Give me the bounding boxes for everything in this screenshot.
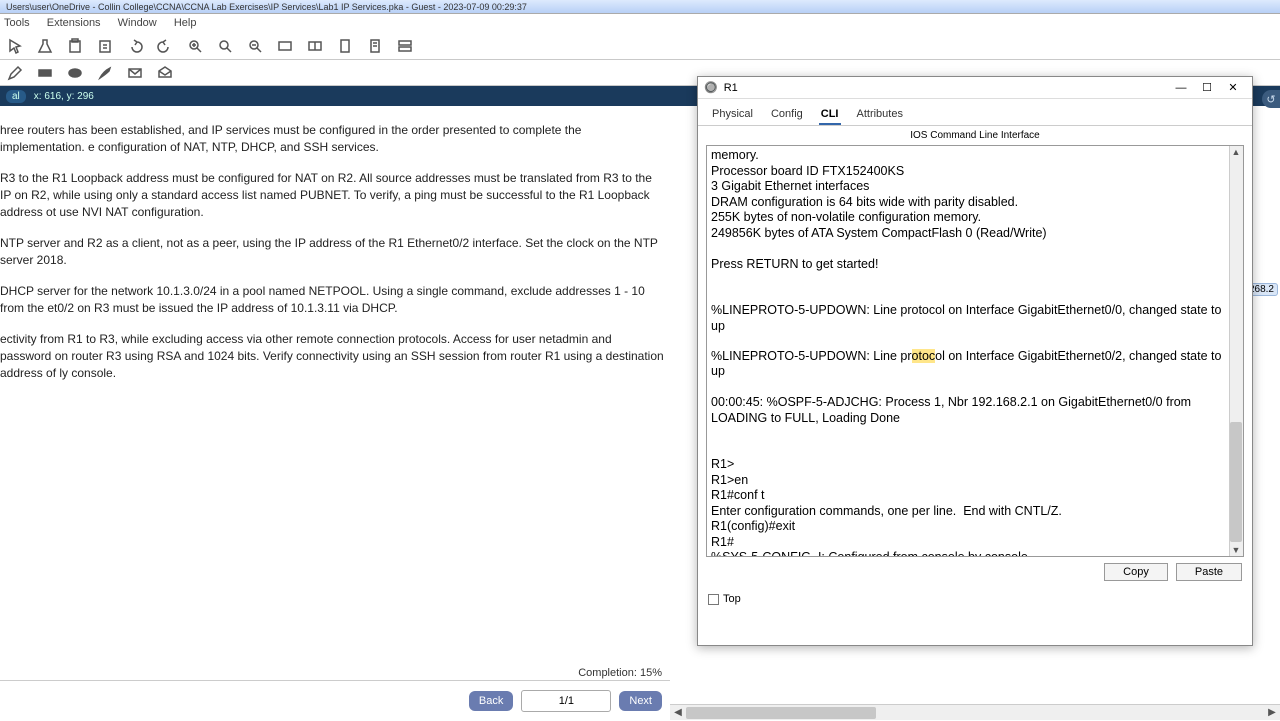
cli-output[interactable]: memory. Processor board ID FTX152400KS 3…: [707, 146, 1243, 556]
panel2-icon[interactable]: [306, 37, 324, 55]
mode-pill[interactable]: al: [6, 90, 26, 103]
device-tabs: Physical Config CLI Attributes: [698, 99, 1252, 126]
zoom-reset-icon[interactable]: [216, 37, 234, 55]
coord-readout: x: 616, y: 296: [34, 91, 94, 102]
brush-icon[interactable]: [96, 64, 114, 82]
instr-p3: NTP server and R2 as a client, not as a …: [0, 235, 666, 269]
window-title: R1: [724, 82, 738, 94]
panel1-icon[interactable]: [276, 37, 294, 55]
hscroll-thumb[interactable]: [686, 707, 876, 719]
ellipse-icon[interactable]: [66, 64, 84, 82]
scroll-down-icon[interactable]: ▼: [1230, 544, 1242, 556]
tab-cli[interactable]: CLI: [819, 105, 841, 125]
instructions-panel: hree routers has been established, and I…: [0, 118, 670, 400]
close-button[interactable]: ✕: [1220, 80, 1246, 96]
doc1-icon[interactable]: [336, 37, 354, 55]
completion-label: Completion: 15%: [578, 667, 662, 679]
cli-buttons: Copy Paste: [698, 557, 1252, 587]
rect-icon[interactable]: [36, 64, 54, 82]
cli-post: 00:00:45: %OSPF-5-ADJCHG: Process 1, Nbr…: [711, 395, 1195, 556]
menu-extensions[interactable]: Extensions: [47, 17, 101, 29]
menu-tools[interactable]: Tools: [4, 17, 30, 29]
device-window-r1: 🔘 R1 — ☐ ✕ Physical Config CLI Attribute…: [697, 76, 1253, 646]
instr-p1: hree routers has been established, and I…: [0, 122, 666, 156]
paste-button[interactable]: Paste: [1176, 563, 1242, 581]
router-icon: 🔘: [704, 81, 718, 94]
doc2-icon[interactable]: [366, 37, 384, 55]
scroll-thumb[interactable]: [1230, 422, 1242, 542]
next-button[interactable]: Next: [619, 691, 662, 711]
top-checkbox-row: Top: [698, 587, 1252, 611]
top-checkbox[interactable]: [708, 594, 719, 605]
clipboard-icon[interactable]: [66, 37, 84, 55]
menu-help[interactable]: Help: [174, 17, 197, 29]
cli-line-hl: %LINEPROTO-5-UPDOWN: Line protocol on In…: [711, 349, 1225, 379]
hscroll-left-icon[interactable]: ◀: [670, 705, 686, 720]
cli-subtitle: IOS Command Line Interface: [698, 126, 1252, 145]
stack-icon[interactable]: [396, 37, 414, 55]
menu-bar: Tools Extensions Window Help: [0, 14, 1280, 32]
cli-scrollbar[interactable]: ▲ ▼: [1229, 146, 1243, 556]
page-counter[interactable]: [521, 690, 611, 712]
zoom-in-icon[interactable]: [186, 37, 204, 55]
drawer-toggle[interactable]: ↺: [1262, 90, 1280, 108]
envelope-open-icon[interactable]: [156, 64, 174, 82]
window-titlebar[interactable]: 🔘 R1 — ☐ ✕: [698, 77, 1252, 99]
toolbar-primary: [0, 32, 1280, 60]
tab-config[interactable]: Config: [769, 105, 805, 125]
instr-p5: ectivity from R1 to R3, while excluding …: [0, 331, 666, 382]
top-label: Top: [723, 593, 741, 605]
pointer-icon[interactable]: [6, 37, 24, 55]
copy-button[interactable]: Copy: [1104, 563, 1168, 581]
scroll-up-icon[interactable]: ▲: [1230, 146, 1242, 158]
tab-attributes[interactable]: Attributes: [855, 105, 905, 125]
maximize-button[interactable]: ☐: [1194, 80, 1220, 96]
back-button[interactable]: Back: [469, 691, 513, 711]
instr-p4: DHCP server for the network 10.1.3.0/24 …: [0, 283, 666, 317]
instr-p2: R3 to the R1 Loopback address must be co…: [0, 170, 666, 221]
h-scrollbar[interactable]: ◀ ▶: [670, 704, 1280, 720]
undo-icon[interactable]: [126, 37, 144, 55]
cli-output-wrap: memory. Processor board ID FTX152400KS 3…: [706, 145, 1244, 557]
pen-icon[interactable]: [6, 64, 24, 82]
minimize-button[interactable]: —: [1168, 80, 1194, 96]
menu-window[interactable]: Window: [118, 17, 157, 29]
highlight-icon: otoc: [912, 349, 936, 363]
zoom-out-icon[interactable]: [246, 37, 264, 55]
hscroll-right-icon[interactable]: ▶: [1264, 705, 1280, 720]
envelope-icon[interactable]: [126, 64, 144, 82]
flask-icon[interactable]: [36, 37, 54, 55]
paste-icon[interactable]: [96, 37, 114, 55]
cli-pre: memory. Processor board ID FTX152400KS 3…: [711, 148, 1225, 333]
tab-physical[interactable]: Physical: [710, 105, 755, 125]
redo-icon[interactable]: [156, 37, 174, 55]
app-titlebar: Users\user\OneDrive - Collin College\CCN…: [0, 0, 1280, 14]
hscroll-track[interactable]: [686, 705, 1264, 720]
footer-bar: Completion: 15% Back Next: [0, 680, 670, 720]
